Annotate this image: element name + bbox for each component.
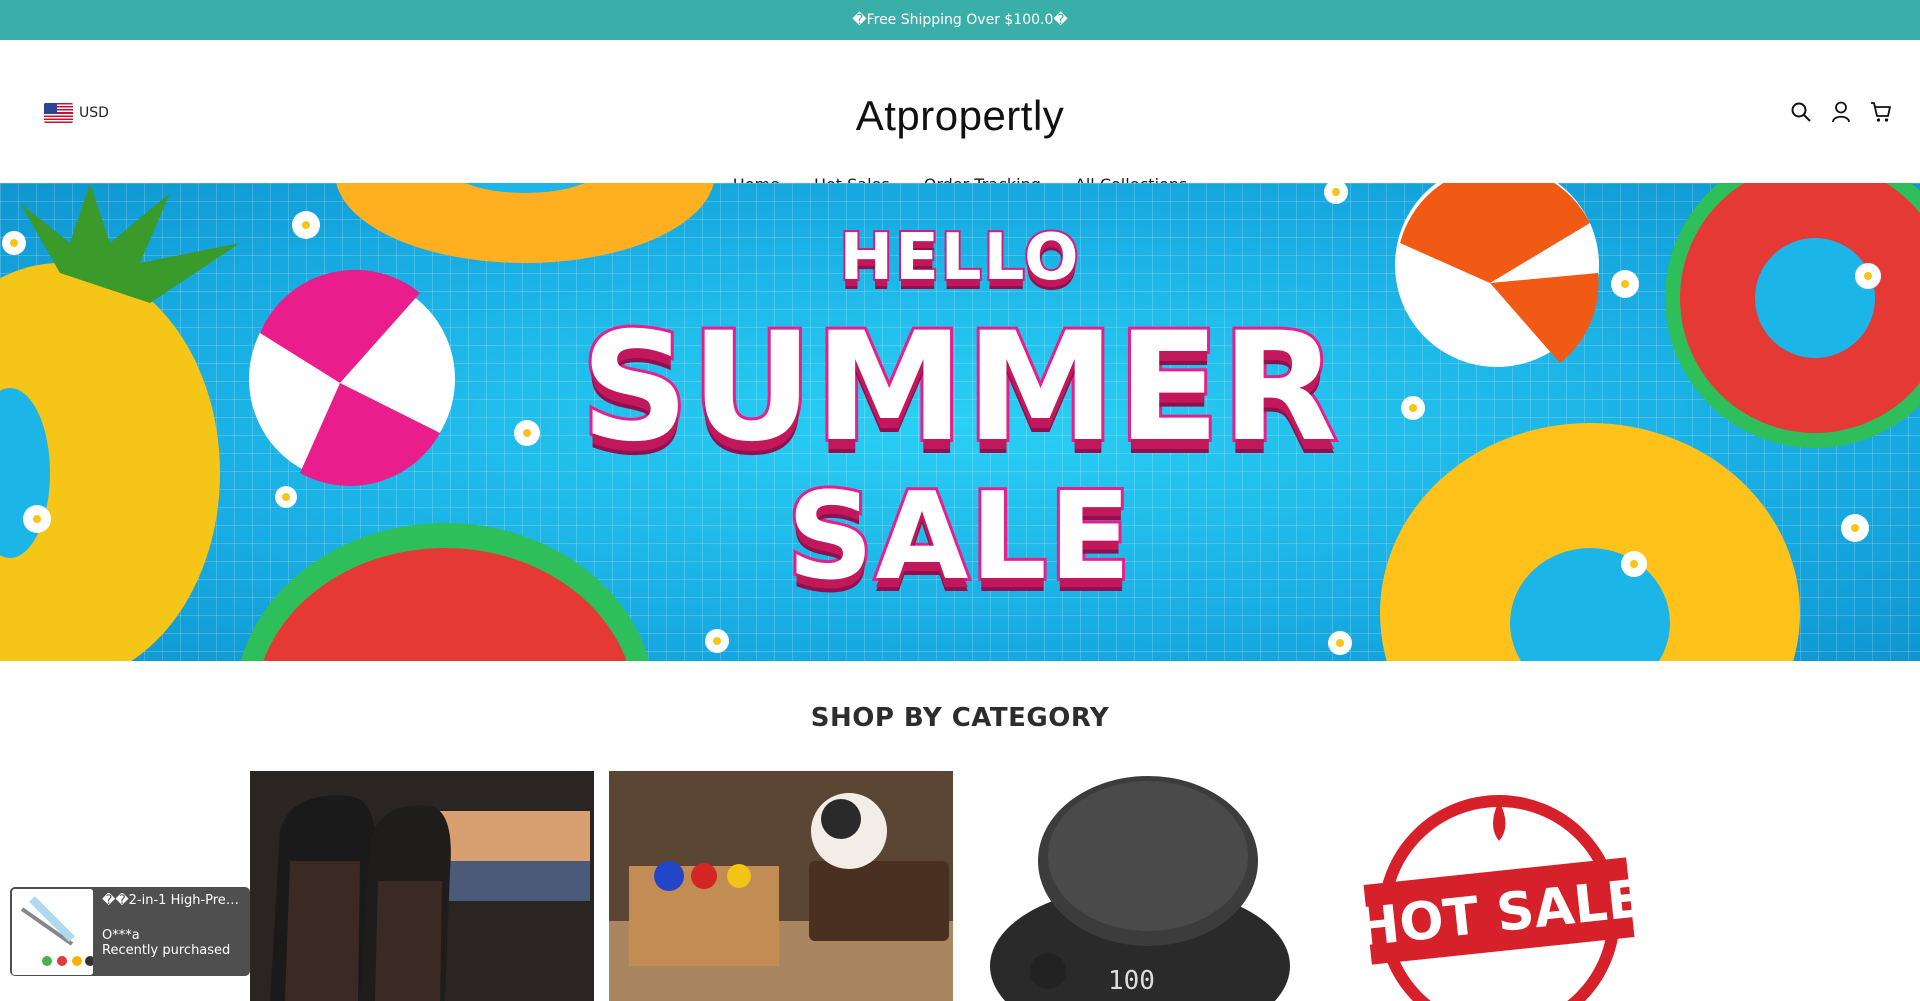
hero-sale-text: SALE — [784, 465, 1134, 610]
popup-status: Recently purchased — [102, 943, 231, 958]
hero-summer-text: SUMMER — [578, 298, 1340, 478]
earbuds-case-image: 100 — [968, 771, 1312, 1001]
account-icon[interactable] — [1830, 100, 1852, 124]
popup-buyer: O***a — [102, 928, 140, 943]
popup-info: ��2-in-1 High-Press... O***a Recently pu… — [94, 887, 250, 976]
hero-banner[interactable]: HELLO SUMMER SALE — [0, 183, 1920, 661]
brand-logo[interactable]: Atpropertly — [0, 92, 1920, 140]
svg-text:100: 100 — [1108, 966, 1155, 996]
dog-toy-box-image — [609, 771, 953, 1001]
hot-sale-badge-image: HOT SALE — [1327, 771, 1671, 1001]
header-icons — [1790, 100, 1892, 124]
site-header: USD Atpropertly Home Hot Sales Order Tra… — [0, 40, 1920, 194]
category-bluetooth-earbuds[interactable]: 100 — [968, 771, 1312, 1001]
announcement-text: �Free Shipping Over $100.0� — [852, 12, 1068, 28]
search-icon[interactable] — [1790, 100, 1812, 124]
recent-purchase-popup[interactable]: ��2-in-1 High-Press... O***a Recently pu… — [10, 887, 250, 976]
announcement-bar: �Free Shipping Over $100.0� — [0, 0, 1920, 40]
category-car-seat-covers[interactable] — [250, 771, 594, 1001]
category-pet-supplies[interactable] — [609, 771, 953, 1001]
product-thumbnail — [11, 888, 93, 975]
hero-hello-text: HELLO — [838, 219, 1081, 297]
category-hot-sale[interactable]: HOT SALE — [1327, 771, 1671, 1001]
category-grid: 100 HOT SALE — [250, 771, 1671, 1001]
popup-product-name: ��2-in-1 High-Press... — [102, 893, 242, 908]
section-title: SHOP BY CATEGORY — [810, 703, 1110, 733]
car-seat-image — [250, 771, 594, 1001]
cart-icon[interactable] — [1870, 100, 1892, 124]
